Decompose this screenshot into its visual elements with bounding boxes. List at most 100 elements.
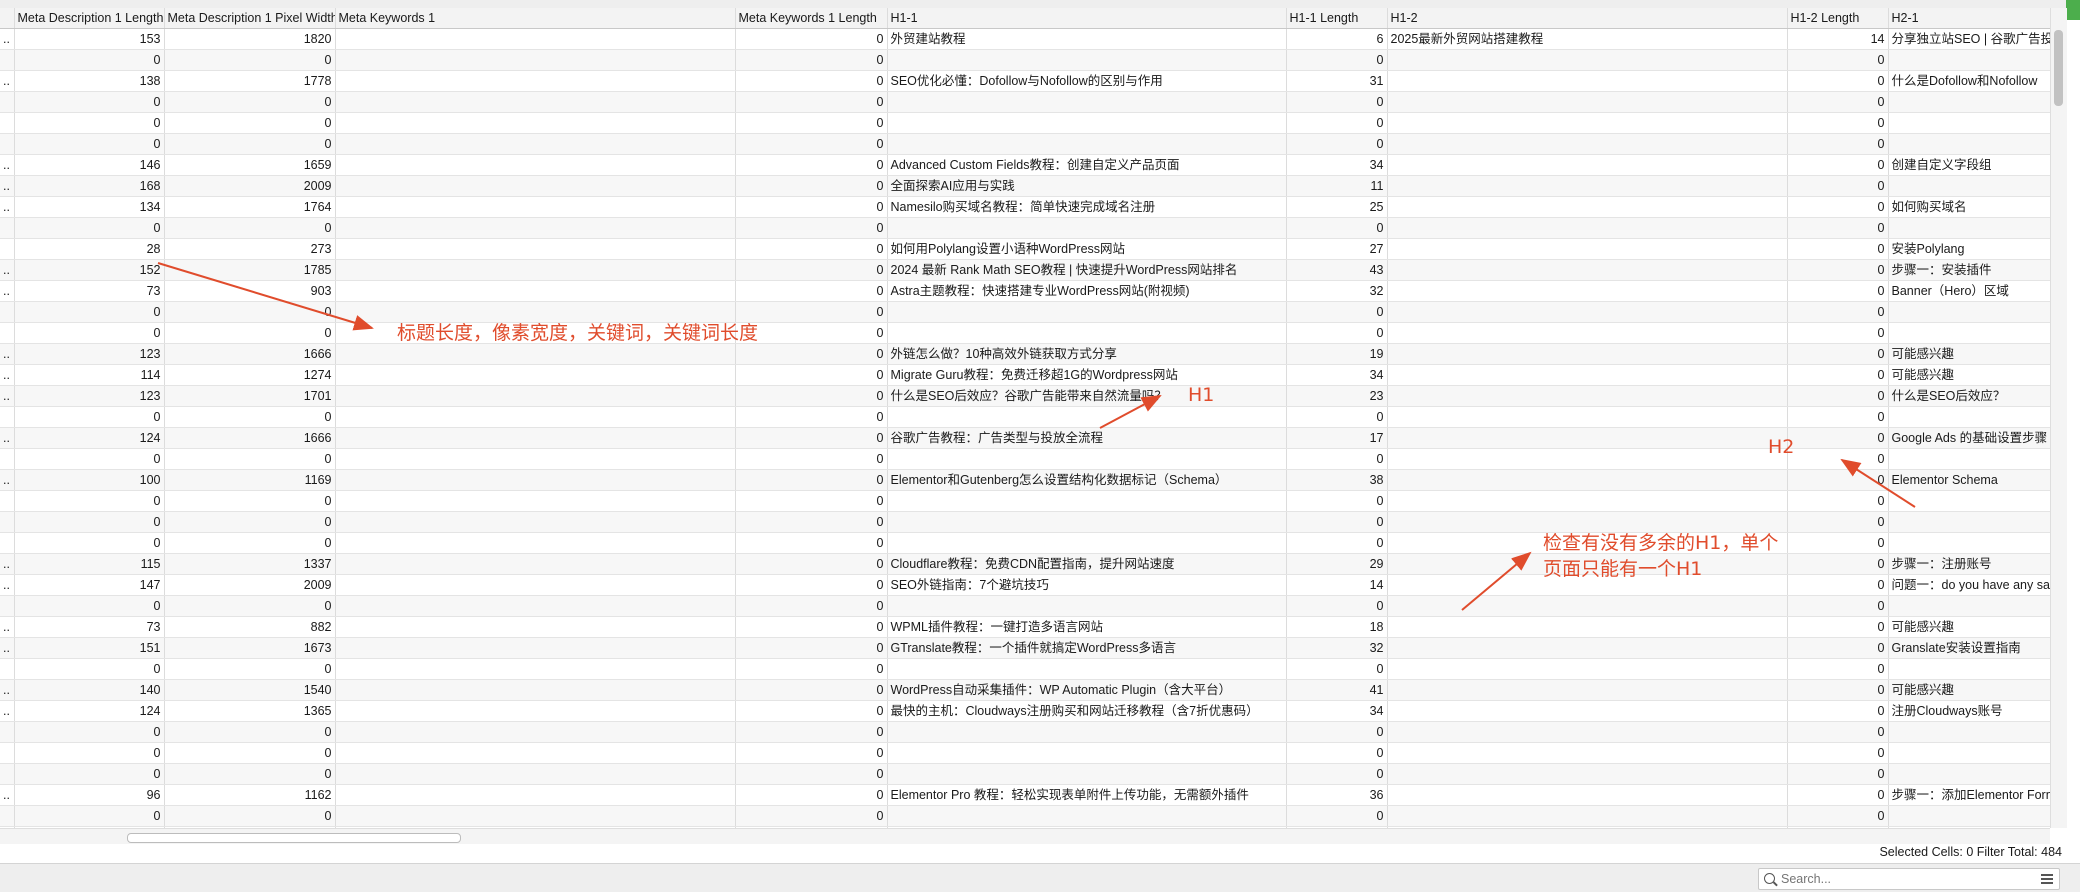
cell-meta-keywords-length[interactable]: 0 [735,196,888,218]
cell-meta-desc-length[interactable]: 0 [14,595,165,617]
horizontal-scroll-thumb[interactable] [127,833,461,843]
cell-meta-keywords-length[interactable]: 0 [735,343,888,365]
cell-h1-1-length[interactable]: 0 [1286,763,1388,785]
cell-row-marker[interactable]: .. [0,700,15,722]
cell-meta-desc-pixel-width[interactable]: 0 [164,448,336,470]
cell-h1-1-length[interactable]: 0 [1286,217,1388,239]
cell-h1-2[interactable] [1387,280,1788,302]
cell-h1-1[interactable]: 最快的主机：Cloudways注册购买和网站迁移教程（含7折优惠码） [887,700,1287,722]
search-options-icon[interactable] [2041,874,2053,884]
cell-h1-2-length[interactable]: 0 [1787,280,1889,302]
cell-meta-desc-length[interactable]: 0 [14,448,165,470]
cell-h1-2-length[interactable]: 0 [1787,238,1889,260]
cell-h1-2[interactable] [1387,595,1788,617]
cell-meta-desc-pixel-width[interactable]: 273 [164,238,336,260]
cell-meta-desc-length[interactable]: 73 [14,280,165,302]
cell-meta-desc-length[interactable]: 140 [14,679,165,701]
cell-h2-1[interactable]: Banner（Hero）区域 [1888,280,2050,302]
cell-h1-1[interactable]: SEO优化必懂：Dofollow与Nofollow的区别与作用 [887,70,1287,92]
cell-meta-keywords-length[interactable]: 0 [735,175,888,197]
cell-meta-desc-length[interactable]: 0 [14,721,165,743]
cell-h1-1-length[interactable]: 0 [1286,532,1388,554]
cell-row-marker[interactable]: .. [0,175,15,197]
table-row[interactable]: .. 100 1169 0 Elementor和Gutenberg怎么设置结构化数据标记… [0,469,2050,491]
cell-h1-1-length[interactable]: 19 [1286,343,1388,365]
cell-h1-2-length[interactable]: 14 [1787,28,1889,50]
cell-meta-desc-length[interactable]: 138 [14,70,165,92]
cell-row-marker[interactable] [0,763,15,785]
cell-meta-keywords-length[interactable]: 0 [735,742,888,764]
table-row[interactable]: .. 152 1785 0 2024 最新 Rank Math SEO教程 | 快速提升… [0,259,2050,281]
cell-h1-2[interactable] [1387,343,1788,365]
column-header-meta-desc-length[interactable]: Meta Description 1 Length [14,8,165,29]
cell-meta-keywords[interactable] [335,385,736,407]
cell-meta-keywords-length[interactable]: 0 [735,469,888,491]
cell-meta-keywords-length[interactable]: 0 [735,28,888,50]
cell-meta-desc-pixel-width[interactable]: 1666 [164,427,336,449]
cell-h2-1[interactable]: 问题一：do you have any sam [1888,574,2050,596]
cell-meta-desc-pixel-width[interactable]: 1162 [164,784,336,806]
table-row[interactable]: 00000 [0,133,2050,155]
cell-h2-1[interactable]: 可能感兴趣 [1888,343,2050,365]
cell-h2-1[interactable] [1888,763,2050,785]
cell-h2-1[interactable] [1888,595,2050,617]
table-row[interactable]: 00000 [0,658,2050,680]
cell-meta-desc-pixel-width[interactable]: 1701 [164,385,336,407]
cell-h1-2-length[interactable]: 0 [1787,133,1889,155]
cell-h1-2-length[interactable]: 0 [1787,343,1889,365]
cell-row-marker[interactable]: .. [0,364,15,386]
cell-h1-1[interactable]: Elementor和Gutenberg怎么设置结构化数据标记（Schema） [887,469,1287,491]
cell-h1-2[interactable] [1387,385,1788,407]
cell-row-marker[interactable]: .. [0,469,15,491]
cell-h1-1[interactable] [887,301,1287,323]
cell-meta-desc-length[interactable]: 114 [14,364,165,386]
cell-row-marker[interactable]: .. [0,28,15,50]
cell-h1-2[interactable] [1387,469,1788,491]
cell-h1-1[interactable] [887,763,1287,785]
cell-h1-1[interactable]: Namesilo购买域名教程：简单快速完成域名注册 [887,196,1287,218]
cell-h2-1[interactable] [1888,448,2050,470]
cell-h1-1[interactable] [887,658,1287,680]
cell-row-marker[interactable]: .. [0,679,15,701]
cell-h1-1[interactable]: GTranslate教程：一个插件就搞定WordPress多语言 [887,637,1287,659]
cell-h1-1-length[interactable]: 34 [1286,154,1388,176]
cell-meta-desc-pixel-width[interactable]: 0 [164,217,336,239]
cell-meta-keywords[interactable] [335,805,736,827]
column-header-h1-2[interactable]: H1-2 [1387,8,1788,29]
cell-row-marker[interactable] [0,595,15,617]
cell-h1-2-length[interactable]: 0 [1787,217,1889,239]
cell-h1-2-length[interactable]: 0 [1787,469,1889,491]
cell-h2-1[interactable] [1888,217,2050,239]
cell-h1-2-length[interactable]: 0 [1787,112,1889,134]
cell-meta-keywords[interactable] [335,364,736,386]
cell-h2-1[interactable] [1888,91,2050,113]
cell-meta-keywords-length[interactable]: 0 [735,364,888,386]
cell-meta-keywords[interactable] [335,49,736,71]
cell-h1-2-length[interactable]: 0 [1787,490,1889,512]
cell-meta-desc-pixel-width[interactable]: 0 [164,91,336,113]
cell-h2-1[interactable]: 步骤一：安装插件 [1888,259,2050,281]
cell-meta-desc-pixel-width[interactable]: 903 [164,280,336,302]
cell-h1-2[interactable] [1387,721,1788,743]
cell-meta-keywords-length[interactable]: 0 [735,553,888,575]
cell-row-marker[interactable]: .. [0,343,15,365]
table-row[interactable]: .. 123 1666 0 外链怎么做？10种高效外链获取方式分享 19 0 可能感兴趣 [0,343,2050,365]
cell-meta-desc-pixel-width[interactable]: 1365 [164,700,336,722]
cell-meta-desc-pixel-width[interactable]: 1785 [164,259,336,281]
cell-row-marker[interactable] [0,406,15,428]
cell-meta-desc-pixel-width[interactable]: 0 [164,805,336,827]
cell-h1-1-length[interactable]: 25 [1286,196,1388,218]
cell-meta-keywords[interactable] [335,742,736,764]
vertical-scrollbar[interactable] [2050,8,2067,828]
cell-meta-desc-pixel-width[interactable]: 0 [164,406,336,428]
cell-meta-desc-length[interactable]: 100 [14,469,165,491]
cell-row-marker[interactable] [0,721,15,743]
cell-row-marker[interactable]: .. [0,616,15,638]
cell-h1-1[interactable] [887,406,1287,428]
cell-h1-1[interactable] [887,49,1287,71]
table-row[interactable]: .. 147 2009 0 SEO外链指南：7个避坑技巧 14 0 问题一：do you ha… [0,574,2050,596]
cell-h1-1[interactable]: WPML插件教程：一键打造多语言网站 [887,616,1287,638]
cell-h2-1[interactable]: Elementor Schema [1888,469,2050,491]
cell-h1-2[interactable] [1387,196,1788,218]
cell-h1-2[interactable] [1387,364,1788,386]
